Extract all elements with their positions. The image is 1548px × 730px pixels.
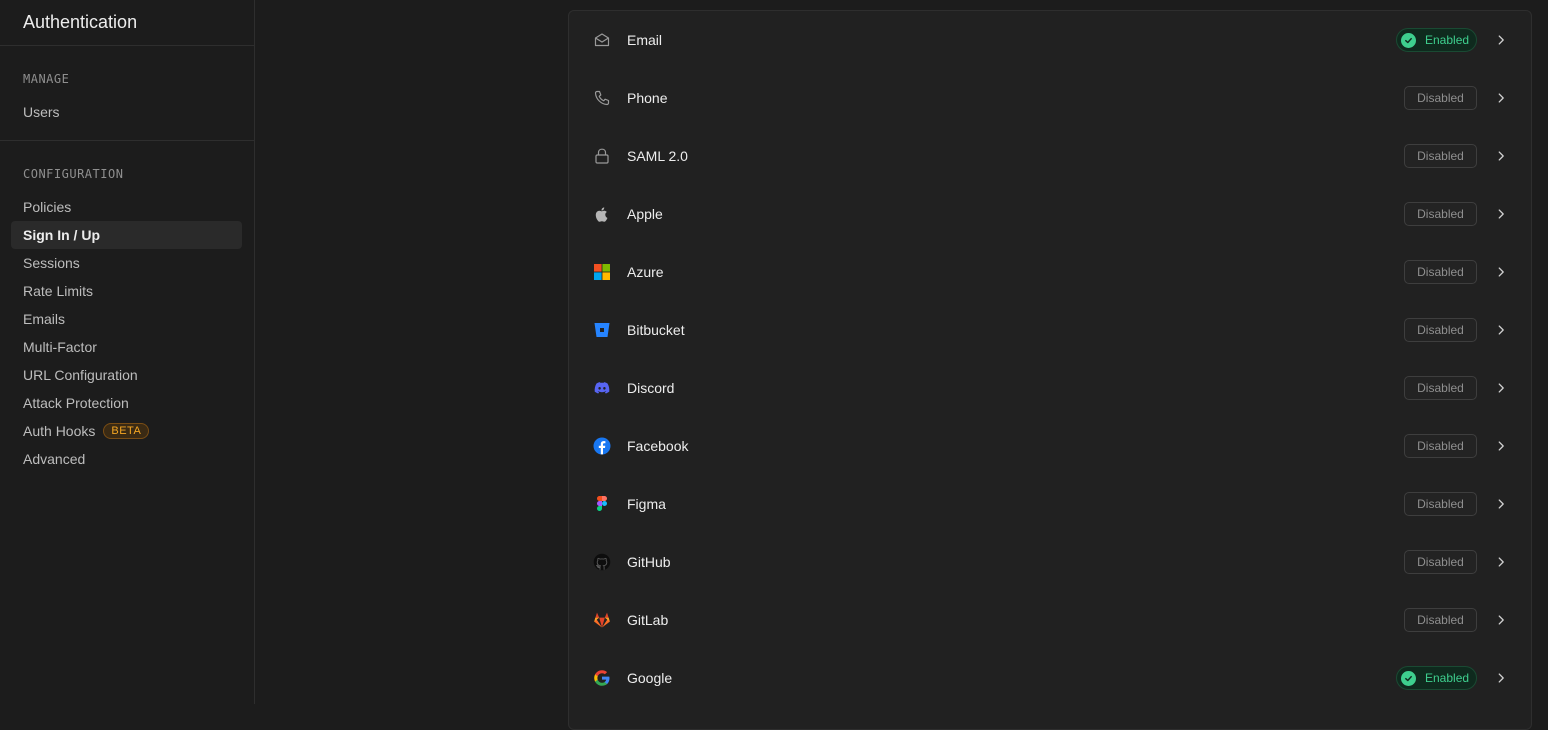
google-icon — [593, 669, 611, 687]
provider-name: Facebook — [627, 438, 689, 454]
provider-row-github[interactable]: GitHub Disabled — [569, 533, 1531, 591]
status-badge: Disabled — [1404, 376, 1477, 400]
sidebar-item-label: Attack Protection — [23, 395, 129, 411]
sidebar-item-attack-protection[interactable]: Attack Protection — [11, 389, 242, 417]
provider-name: GitLab — [627, 612, 669, 628]
status-badge: Disabled — [1404, 608, 1477, 632]
provider-name: Discord — [627, 380, 675, 396]
provider-name: Azure — [627, 264, 664, 280]
main-content: Email Enabled Phone Disabled SAML 2.0 Di… — [256, 0, 1548, 730]
sidebar-item-auth-hooks[interactable]: Auth Hooks BETA — [11, 417, 242, 445]
sidebar-item-sign-in-up[interactable]: Sign In / Up — [11, 221, 242, 249]
sidebar-item-policies[interactable]: Policies — [11, 193, 242, 221]
sidebar-item-multi-factor[interactable]: Multi-Factor — [11, 333, 242, 361]
provider-name: Bitbucket — [627, 322, 685, 338]
figma-icon — [593, 495, 611, 513]
status-badge: Enabled — [1396, 28, 1477, 52]
configuration-section: CONFIGURATION Policies Sign In / Up Sess… — [0, 141, 254, 487]
chevron-right-icon — [1493, 554, 1509, 570]
github-icon — [593, 553, 611, 571]
status-badge: Disabled — [1404, 434, 1477, 458]
check-circle-icon — [1401, 32, 1416, 48]
status-badge: Disabled — [1404, 492, 1477, 516]
sidebar-item-rate-limits[interactable]: Rate Limits — [11, 277, 242, 305]
sidebar-item-label: Emails — [23, 311, 66, 327]
provider-name: Apple — [627, 206, 663, 222]
sidebar-item-label: Sessions — [23, 255, 80, 271]
provider-name: Email — [627, 32, 663, 48]
status-label: Enabled — [1425, 671, 1470, 685]
sidebar-item-label: Policies — [23, 199, 72, 215]
discord-icon — [593, 379, 611, 397]
sidebar-item-sessions[interactable]: Sessions — [11, 249, 242, 277]
chevron-right-icon — [1493, 32, 1509, 48]
status-badge: Disabled — [1404, 318, 1477, 342]
manage-section: MANAGE Users — [0, 46, 254, 141]
gitlab-icon — [593, 611, 611, 629]
chevron-right-icon — [1493, 322, 1509, 338]
provider-row-apple[interactable]: Apple Disabled — [569, 185, 1531, 243]
facebook-icon — [593, 437, 611, 455]
status-badge: Disabled — [1404, 144, 1477, 168]
chevron-right-icon — [1493, 612, 1509, 628]
chevron-right-icon — [1493, 438, 1509, 454]
sidebar-item-url-configuration[interactable]: URL Configuration — [11, 361, 242, 389]
status-badge: Disabled — [1404, 550, 1477, 574]
chevron-right-icon — [1493, 264, 1509, 280]
provider-row-discord[interactable]: Discord Disabled — [569, 359, 1531, 417]
status-badge: Disabled — [1404, 202, 1477, 226]
provider-row-gitlab[interactable]: GitLab Disabled — [569, 591, 1531, 649]
provider-row-email[interactable]: Email Enabled — [569, 11, 1531, 69]
auth-providers-list: Email Enabled Phone Disabled SAML 2.0 Di… — [568, 10, 1532, 730]
section-heading-manage: MANAGE — [23, 72, 70, 86]
sidebar-title: Authentication — [0, 0, 254, 46]
chevron-right-icon — [1493, 206, 1509, 222]
sidebar-item-label: URL Configuration — [23, 367, 138, 383]
sidebar-item-label: Advanced — [23, 451, 86, 467]
chevron-right-icon — [1493, 90, 1509, 106]
provider-name: Phone — [627, 90, 668, 106]
bitbucket-icon — [593, 321, 611, 339]
status-badge: Disabled — [1404, 86, 1477, 110]
chevron-right-icon — [1493, 380, 1509, 396]
lock-icon — [593, 147, 611, 165]
status-badge: Disabled — [1404, 260, 1477, 284]
provider-row-facebook[interactable]: Facebook Disabled — [569, 417, 1531, 475]
provider-row-azure[interactable]: Azure Disabled — [569, 243, 1531, 301]
provider-row-google[interactable]: Google Enabled — [569, 649, 1531, 707]
provider-row-saml[interactable]: SAML 2.0 Disabled — [569, 127, 1531, 185]
provider-row-bitbucket[interactable]: Bitbucket Disabled — [569, 301, 1531, 359]
provider-name: SAML 2.0 — [627, 148, 688, 164]
status-label: Enabled — [1425, 33, 1470, 47]
sidebar-item-emails[interactable]: Emails — [11, 305, 242, 333]
provider-row-figma[interactable]: Figma Disabled — [569, 475, 1531, 533]
apple-icon — [593, 205, 611, 223]
section-heading-configuration: CONFIGURATION — [23, 167, 124, 181]
envelope-icon — [593, 31, 611, 49]
phone-icon — [593, 89, 611, 107]
sidebar-item-users[interactable]: Users — [11, 98, 242, 126]
chevron-right-icon — [1493, 148, 1509, 164]
chevron-right-icon — [1493, 496, 1509, 512]
status-badge: Enabled — [1396, 666, 1477, 690]
provider-row-phone[interactable]: Phone Disabled — [569, 69, 1531, 127]
sidebar-item-label: Users — [23, 104, 60, 120]
sidebar-item-label: Multi-Factor — [23, 339, 97, 355]
sidebar-item-label: Sign In / Up — [23, 227, 100, 243]
sidebar: Authentication MANAGE Users CONFIGURATIO… — [0, 0, 255, 704]
provider-name: Figma — [627, 496, 666, 512]
provider-name: Google — [627, 670, 673, 686]
beta-badge: BETA — [103, 423, 150, 439]
sidebar-item-advanced[interactable]: Advanced — [11, 445, 242, 473]
azure-icon — [593, 263, 611, 281]
sidebar-item-label: Auth Hooks — [23, 423, 96, 439]
check-circle-icon — [1401, 670, 1416, 686]
provider-name: GitHub — [627, 554, 671, 570]
chevron-right-icon — [1493, 670, 1509, 686]
sidebar-item-label: Rate Limits — [23, 283, 94, 299]
